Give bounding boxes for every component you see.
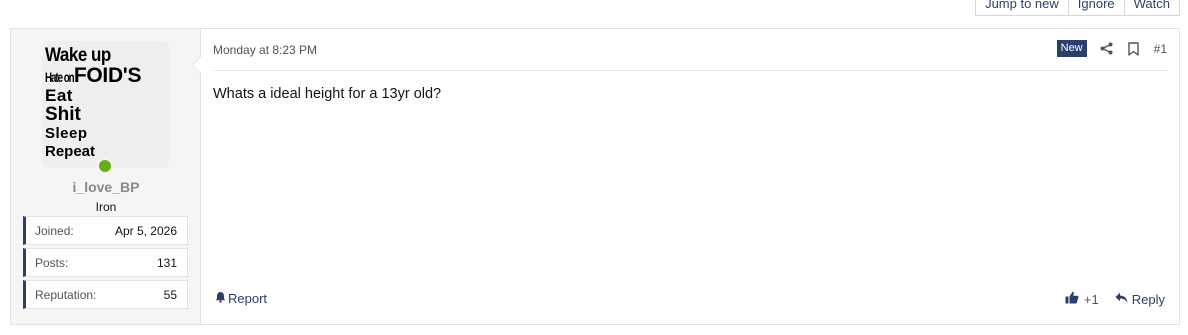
post-footer-left: Report [215, 291, 267, 306]
avatar-line: Wake up [45, 43, 111, 66]
post-main: Monday at 8:23 PM New #1 Whats a ideal h… [192, 29, 1179, 324]
post-date[interactable]: Monday at 8:23 PM [213, 43, 317, 57]
avatar[interactable]: Wake up Hate onFOID'S Eat Shit Sleep Rep… [42, 41, 169, 168]
report-button[interactable]: Report [215, 291, 267, 306]
share-icon[interactable] [1100, 41, 1114, 57]
report-label: Report [228, 291, 268, 306]
stat-label: Posts: [35, 255, 69, 270]
avatar-image-text: Wake up Hate onFOID'S Eat Shit Sleep Rep… [45, 43, 142, 160]
reply-label: Reply [1131, 291, 1165, 307]
avatar-line: Sleep [45, 125, 88, 142]
jump-to-new-button[interactable]: Jump to new [975, 0, 1069, 16]
avatar-line: Eat [45, 86, 73, 105]
avatar-line-part: Hate on [45, 69, 75, 85]
stat-reputation: Reputation: 55 [23, 280, 188, 309]
stat-label: Reputation: [35, 287, 97, 302]
user-title: Iron [95, 200, 117, 214]
post-user-panel: Wake up Hate onFOID'S Eat Shit Sleep Rep… [11, 29, 201, 324]
bell-icon [215, 291, 226, 306]
user-stats: Joined: Apr 5, 2026 Posts: 131 Reputatio… [23, 216, 188, 312]
react-button[interactable]: +1 [1065, 291, 1099, 307]
post-header: Monday at 8:23 PM New #1 [213, 29, 1167, 71]
post-body: Whats a ideal height for a 13yr old? [213, 86, 442, 102]
ignore-button[interactable]: Ignore [1068, 0, 1125, 16]
new-badge: New [1056, 40, 1087, 57]
avatar-line: Shit [45, 104, 81, 125]
stat-label: Joined: [35, 223, 74, 238]
reaction-count: +1 [1083, 291, 1099, 307]
thread-actions: Jump to new Ignore Watch [975, 0, 1180, 16]
post-number-link[interactable]: #1 [1154, 42, 1167, 56]
post-footer-right: +1 Reply [1065, 291, 1165, 307]
thumbs-up-icon [1065, 291, 1079, 307]
post-header-actions: New #1 [1056, 40, 1167, 57]
stat-joined: Joined: Apr 5, 2026 [23, 216, 188, 245]
avatar-line: Repeat [45, 143, 96, 160]
bookmark-icon[interactable] [1127, 41, 1141, 57]
reply-icon [1115, 292, 1128, 307]
avatar-line: Hate onFOID'S [45, 64, 142, 87]
watch-button[interactable]: Watch [1124, 0, 1180, 16]
online-indicator [97, 158, 113, 174]
username-link[interactable]: i_love_BP [11, 179, 201, 195]
stat-posts: Posts: 131 [23, 248, 188, 277]
stat-value: Apr 5, 2026 [114, 223, 177, 238]
post: Wake up Hate onFOID'S Eat Shit Sleep Rep… [10, 28, 1180, 325]
stat-value: 131 [156, 255, 177, 270]
reply-button[interactable]: Reply [1115, 292, 1165, 307]
stat-value: 55 [163, 287, 177, 302]
avatar-line-part: FOID'S [73, 64, 142, 87]
